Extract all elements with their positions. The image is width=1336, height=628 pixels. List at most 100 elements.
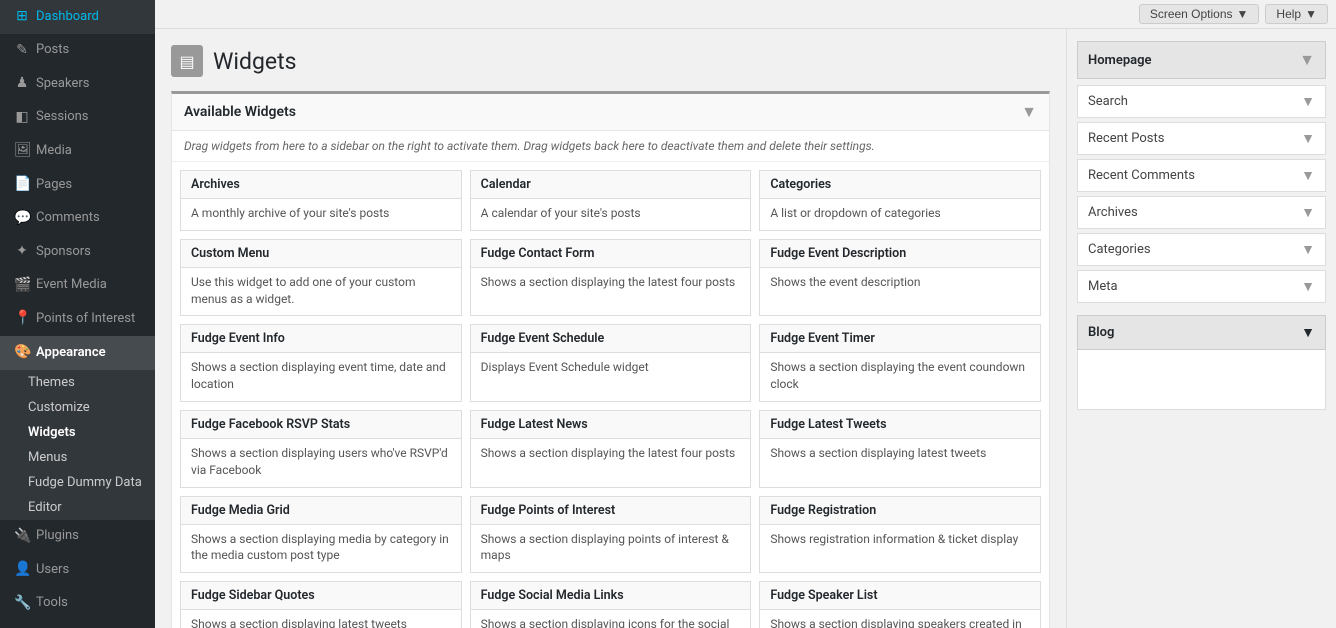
submenu-fudge-dummy-data[interactable]: Fudge Dummy Data <box>0 470 155 495</box>
submenu-themes[interactable]: Themes <box>0 370 155 395</box>
available-widgets-header[interactable]: Available Widgets ▼ <box>172 94 1049 131</box>
homepage-widget-label: Meta <box>1088 279 1118 294</box>
widget-item-fudge-registration[interactable]: Fudge Registration Shows registration in… <box>759 496 1041 574</box>
blog-sidebar-body <box>1077 350 1326 410</box>
widget-toggle-icon: ▼ <box>1301 130 1315 147</box>
sidebar-item-media[interactable]: 🖼 Media <box>0 134 155 168</box>
widget-item-fudge-latest-tweets[interactable]: Fudge Latest Tweets Shows a section disp… <box>759 410 1041 488</box>
sidebar-item-users[interactable]: 👤 Users <box>0 553 155 587</box>
widget-title: Fudge Speaker List <box>760 582 1040 610</box>
help-button[interactable]: Help ▼ <box>1265 4 1328 24</box>
widget-title: Fudge Latest News <box>471 411 751 439</box>
homepage-widget-label: Recent Comments <box>1088 168 1195 183</box>
sidebar-item-plugins[interactable]: 🔌 Plugins <box>0 520 155 554</box>
widget-item-custom-menu[interactable]: Custom Menu Use this widget to add one o… <box>180 239 462 317</box>
submenu-customize[interactable]: Customize <box>0 395 155 420</box>
sidebar-item-points-of-interest[interactable]: 📍 Points of Interest <box>0 302 155 336</box>
plugins-icon: 🔌 <box>14 527 30 547</box>
submenu-editor[interactable]: Editor <box>0 495 155 520</box>
sidebar-item-speakers[interactable]: ♟ Speakers <box>0 67 155 101</box>
widget-title: Fudge Media Grid <box>181 497 461 525</box>
widget-desc: Shows registration information & ticket … <box>760 525 1040 556</box>
widget-toggle-icon: ▼ <box>1301 93 1315 110</box>
pages-icon: 📄 <box>14 175 30 195</box>
posts-icon: ✎ <box>14 41 30 61</box>
widget-title: Fudge Facebook RSVP Stats <box>181 411 461 439</box>
widget-item-categories[interactable]: Categories A list or dropdown of categor… <box>759 170 1041 231</box>
widget-grid: Archives A monthly archive of your site'… <box>172 162 1049 628</box>
widget-toggle-icon: ▼ <box>1301 278 1315 295</box>
widget-item-fudge-sidebar-quotes[interactable]: Fudge Sidebar Quotes Shows a section dis… <box>180 581 462 628</box>
widget-title: Custom Menu <box>181 240 461 268</box>
widget-desc: Shows a section displaying event time, d… <box>181 353 461 401</box>
homepage-sidebar-title[interactable]: Homepage ▼ <box>1077 41 1326 79</box>
homepage-widget-search[interactable]: Search ▼ <box>1077 85 1326 118</box>
homepage-widget-recent-posts[interactable]: Recent Posts ▼ <box>1077 122 1326 155</box>
homepage-widget-label: Categories <box>1088 242 1151 257</box>
sidebar-item-sessions[interactable]: ◧ Sessions <box>0 101 155 135</box>
widget-title: Categories <box>760 171 1040 199</box>
homepage-widget-label: Search <box>1088 94 1128 109</box>
tools-icon: 🔧 <box>14 594 30 614</box>
widget-desc: Shows a section displaying icons for the… <box>471 610 751 628</box>
screen-options-button[interactable]: Screen Options ▼ <box>1139 4 1260 24</box>
sidebar-item-sponsors[interactable]: ✦ Sponsors <box>0 235 155 269</box>
widget-desc: A monthly archive of your site's posts <box>181 199 461 230</box>
widget-desc: Shows a section displaying users who've … <box>181 439 461 487</box>
widget-toggle-icon: ▼ <box>1301 167 1315 184</box>
homepage-widget-meta[interactable]: Meta ▼ <box>1077 270 1326 303</box>
widget-title: Fudge Contact Form <box>471 240 751 268</box>
widget-item-fudge-social-media-links[interactable]: Fudge Social Media Links Shows a section… <box>470 581 752 628</box>
widget-desc: Shows a section displaying latest tweets <box>760 439 1040 470</box>
widget-desc: A list or dropdown of categories <box>760 199 1040 230</box>
sponsors-icon: ✦ <box>14 242 30 262</box>
homepage-widgets-list: Search ▼ Recent Posts ▼ Recent Comments … <box>1077 85 1326 303</box>
sidebar-item-posts[interactable]: ✎ Posts <box>0 34 155 68</box>
widget-title: Fudge Points of Interest <box>471 497 751 525</box>
homepage-widget-recent-comments[interactable]: Recent Comments ▼ <box>1077 159 1326 192</box>
page-title: Widgets <box>213 48 296 75</box>
widget-title: Calendar <box>471 171 751 199</box>
widget-item-fudge-contact-form[interactable]: Fudge Contact Form Shows a section displ… <box>470 239 752 317</box>
sidebar-item-dashboard[interactable]: ⊞ Dashboard <box>0 0 155 34</box>
sidebar-item-appearance[interactable]: 🎨 Appearance <box>0 336 155 370</box>
widget-item-fudge-speaker-list[interactable]: Fudge Speaker List Shows a section displ… <box>759 581 1041 628</box>
widget-item-fudge-points-of-interest[interactable]: Fudge Points of Interest Shows a section… <box>470 496 752 574</box>
homepage-widget-label: Archives <box>1088 205 1138 220</box>
sidebar-item-settings[interactable]: ⚙ Settings <box>0 620 155 628</box>
submenu-widgets[interactable]: Widgets <box>0 420 155 445</box>
blog-section: Blog ▼ <box>1077 315 1326 410</box>
poi-icon: 📍 <box>14 309 30 329</box>
widget-item-fudge-event-description[interactable]: Fudge Event Description Shows the event … <box>759 239 1041 317</box>
page-title-icon: ▤ <box>171 45 203 77</box>
comments-icon: 💬 <box>14 209 30 229</box>
widget-desc: Shows a section displaying points of int… <box>471 525 751 573</box>
widget-desc: Shows a section displaying the event cou… <box>760 353 1040 401</box>
sidebar-item-event-media[interactable]: 🎬 Event Media <box>0 269 155 303</box>
widget-item-fudge-facebook-rsvp[interactable]: Fudge Facebook RSVP Stats Shows a sectio… <box>180 410 462 488</box>
blog-sidebar-title[interactable]: Blog ▼ <box>1077 315 1326 350</box>
homepage-widget-archives[interactable]: Archives ▼ <box>1077 196 1326 229</box>
homepage-widget-categories[interactable]: Categories ▼ <box>1077 233 1326 266</box>
sidebar-item-comments[interactable]: 💬 Comments <box>0 202 155 236</box>
widget-item-fudge-event-timer[interactable]: Fudge Event Timer Shows a section displa… <box>759 324 1041 402</box>
chevron-down-icon-help: ▼ <box>1305 7 1317 21</box>
widget-title: Fudge Event Description <box>760 240 1040 268</box>
widget-item-calendar[interactable]: Calendar A calendar of your site's posts <box>470 170 752 231</box>
widget-title: Fudge Sidebar Quotes <box>181 582 461 610</box>
widget-toggle-icon: ▼ <box>1301 241 1315 258</box>
widget-item-fudge-event-schedule[interactable]: Fudge Event Schedule Displays Event Sche… <box>470 324 752 402</box>
dashboard-icon: ⊞ <box>14 7 30 27</box>
widget-title: Archives <box>181 171 461 199</box>
widget-desc: Displays Event Schedule widget <box>471 353 751 384</box>
submenu-menus[interactable]: Menus <box>0 445 155 470</box>
event-media-icon: 🎬 <box>14 276 30 296</box>
sidebar-item-tools[interactable]: 🔧 Tools <box>0 587 155 621</box>
widget-item-archives[interactable]: Archives A monthly archive of your site'… <box>180 170 462 231</box>
widget-desc: Shows the event description <box>760 268 1040 299</box>
widget-item-fudge-latest-news[interactable]: Fudge Latest News Shows a section displa… <box>470 410 752 488</box>
widget-item-fudge-media-grid[interactable]: Fudge Media Grid Shows a section display… <box>180 496 462 574</box>
chevron-down-icon: ▼ <box>1237 7 1249 21</box>
sidebar-item-pages[interactable]: 📄 Pages <box>0 168 155 202</box>
widget-item-fudge-event-info[interactable]: Fudge Event Info Shows a section display… <box>180 324 462 402</box>
